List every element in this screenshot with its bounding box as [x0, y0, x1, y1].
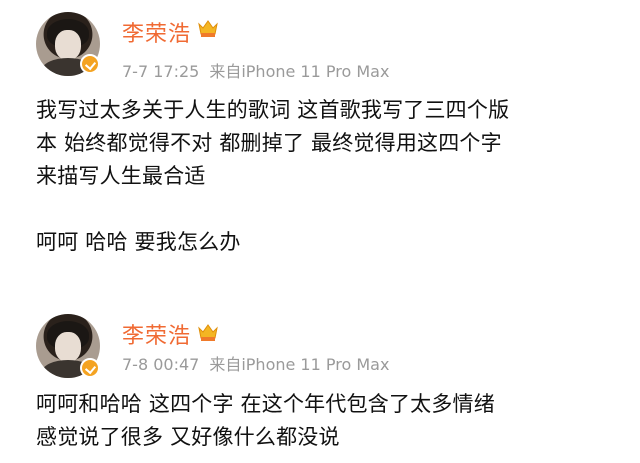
post-device: 来自iPhone 11 Pro Max [209, 355, 390, 374]
content-line: 来描写人生最合适 [36, 164, 206, 188]
content-line: 呵呵和哈哈 这四个字 在这个年代包含了太多情绪 [36, 392, 495, 416]
verified-badge-icon [80, 358, 100, 378]
author-name[interactable]: 李荣浩 [122, 16, 191, 48]
post-meta: 7-7 17:25 来自iPhone 11 Pro Max [122, 58, 389, 82]
post-time: 7-7 17:25 [122, 62, 200, 81]
content-line: 呵呵 哈哈 要我怎么办 [36, 230, 241, 254]
avatar-face [55, 332, 81, 362]
content-line: 我写过太多关于人生的歌词 这首歌我写了三四个版 [36, 98, 510, 122]
content-line: 感觉说了很多 又好像什么都没说 [36, 425, 340, 449]
post-meta: 7-8 00:47 来自iPhone 11 Pro Max [122, 351, 389, 375]
avatar-face [55, 30, 81, 60]
crown-icon [198, 20, 218, 37]
verified-badge-icon [80, 54, 100, 74]
content-line: 本 始终都觉得不对 都删掉了 最终觉得用这四个字 [36, 131, 502, 155]
author-name[interactable]: 李荣浩 [122, 318, 191, 350]
content-gap [36, 193, 616, 226]
crown-icon [198, 324, 218, 341]
post-content: 我写过太多关于人生的歌词 这首歌我写了三四个版 本 始终都觉得不对 都删掉了 最… [36, 94, 616, 259]
post-device: 来自iPhone 11 Pro Max [209, 62, 390, 81]
post-time: 7-8 00:47 [122, 355, 200, 374]
post-content: 呵呵和哈哈 这四个字 在这个年代包含了太多情绪 感觉说了很多 又好像什么都没说 [36, 388, 616, 454]
